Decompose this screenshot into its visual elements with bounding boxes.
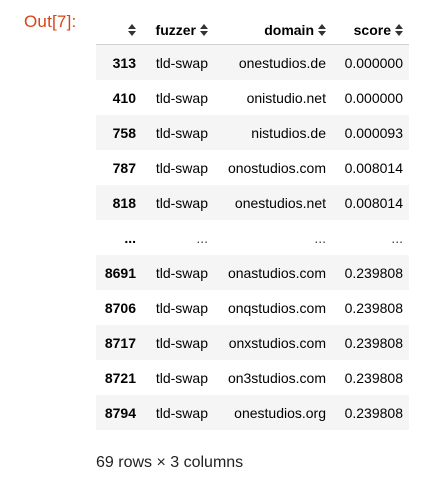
- column-header-index[interactable]: [96, 16, 142, 45]
- table-row: 818 tld-swap onestudios.net 0.008014: [96, 185, 409, 220]
- dataframe-shape-summary: 69 rows × 3 columns: [96, 454, 244, 471]
- dataframe-output: fuzzer domain score 313 tld-swap onestud…: [96, 16, 416, 472]
- table-row: 410 tld-swap onistudio.net 0.000000: [96, 80, 409, 115]
- cell-domain: onestudios.de: [238, 54, 326, 71]
- column-header-label: score: [353, 22, 391, 38]
- column-header-domain[interactable]: domain: [214, 16, 332, 45]
- cell-domain: onxstudios.com: [228, 334, 326, 351]
- row-index: 787: [112, 159, 136, 176]
- row-index: 8721: [104, 369, 136, 386]
- table-row-ellipsis: ... ... ... ...: [96, 220, 409, 255]
- row-index: 8691: [104, 264, 136, 281]
- column-header-label: fuzzer: [155, 22, 196, 38]
- sort-arrows-icon[interactable]: [395, 24, 403, 36]
- cell-score: 0.239808: [344, 369, 403, 386]
- row-index: 313: [112, 54, 136, 71]
- row-index: 8717: [104, 334, 136, 351]
- cell-domain: onostudios.com: [227, 159, 326, 176]
- cell-fuzzer: tld-swap: [155, 334, 208, 351]
- cell-domain: onistudio.net: [246, 89, 326, 106]
- cell-fuzzer: tld-swap: [155, 299, 208, 316]
- table-header: fuzzer domain score: [96, 16, 409, 45]
- cell-score: 0.008014: [344, 194, 403, 211]
- sort-arrows-icon[interactable]: [128, 24, 136, 36]
- output-prompt: Out[7]:: [24, 12, 77, 31]
- cell-score: 0.239808: [344, 264, 403, 281]
- cell-score: 0.000000: [344, 89, 403, 106]
- cell-score: 0.000000: [344, 54, 403, 71]
- table-row: 8706 tld-swap onqstudios.com 0.239808: [96, 290, 409, 325]
- cell-fuzzer: tld-swap: [155, 159, 208, 176]
- cell-domain: nistudios.de: [251, 124, 326, 141]
- cell-fuzzer: tld-swap: [155, 124, 208, 141]
- cell-score: ...: [391, 229, 403, 246]
- row-index: 410: [112, 89, 136, 106]
- cell-score: 0.239808: [344, 404, 403, 421]
- cell-score: 0.000093: [344, 124, 403, 141]
- cell-domain: ...: [314, 229, 326, 246]
- cell-score: 0.008014: [344, 159, 403, 176]
- table-row: 8691 tld-swap onastudios.com 0.239808: [96, 255, 409, 290]
- row-index: 8794: [104, 404, 136, 421]
- cell-fuzzer: tld-swap: [155, 194, 208, 211]
- cell-fuzzer: tld-swap: [155, 369, 208, 386]
- cell-domain: onastudios.com: [227, 264, 326, 281]
- table-row: 8794 tld-swap onestudios.org 0.239808: [96, 395, 409, 430]
- table-row: 313 tld-swap onestudios.de 0.000000: [96, 44, 409, 80]
- cell-score: 0.239808: [344, 299, 403, 316]
- cell-domain: on3studios.com: [227, 369, 326, 386]
- cell-fuzzer: ...: [196, 229, 208, 246]
- cell-fuzzer: tld-swap: [155, 404, 208, 421]
- table-row: 8721 tld-swap on3studios.com 0.239808: [96, 360, 409, 395]
- table-row: 787 tld-swap onostudios.com 0.008014: [96, 150, 409, 185]
- column-header-label: domain: [264, 22, 314, 38]
- row-index: 818: [112, 194, 136, 211]
- cell-score: 0.239808: [344, 334, 403, 351]
- cell-fuzzer: tld-swap: [155, 264, 208, 281]
- row-index: ...: [124, 229, 136, 246]
- row-index: 8706: [104, 299, 136, 316]
- dataframe-table: fuzzer domain score 313 tld-swap onestud…: [96, 16, 409, 430]
- cell-domain: onestudios.net: [234, 194, 326, 211]
- cell-domain: onestudios.org: [234, 404, 326, 421]
- row-index: 758: [112, 124, 136, 141]
- cell-fuzzer: tld-swap: [155, 54, 208, 71]
- column-header-fuzzer[interactable]: fuzzer: [142, 16, 214, 45]
- table-row: 8717 tld-swap onxstudios.com 0.239808: [96, 325, 409, 360]
- cell-domain: onqstudios.com: [227, 299, 326, 316]
- cell-fuzzer: tld-swap: [155, 89, 208, 106]
- table-row: 758 tld-swap nistudios.de 0.000093: [96, 115, 409, 150]
- sort-arrows-icon[interactable]: [200, 24, 208, 36]
- sort-arrows-icon[interactable]: [318, 24, 326, 36]
- column-header-score[interactable]: score: [332, 16, 409, 45]
- table-body: 313 tld-swap onestudios.de 0.000000 410 …: [96, 44, 409, 430]
